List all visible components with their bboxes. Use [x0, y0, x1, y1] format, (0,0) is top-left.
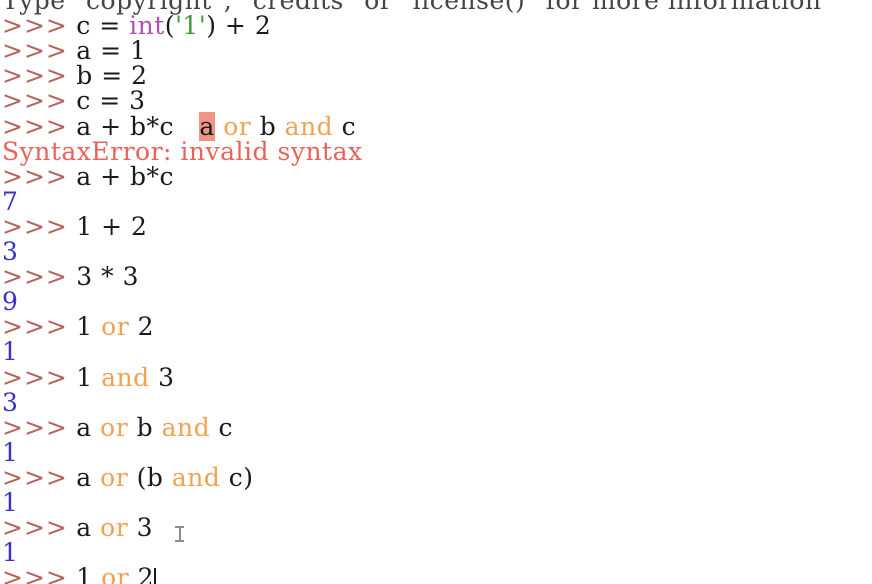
text-caret — [154, 568, 157, 584]
console-line-input: >>> 1 + 2 — [2, 212, 147, 242]
code-token: 2 — [129, 312, 155, 342]
code-token: 1 + 2 — [67, 211, 148, 241]
code-token: 1 — [67, 312, 102, 342]
console-line-input-active: >>> 1 or 2 — [2, 563, 157, 584]
keyword-token: or — [100, 513, 129, 543]
code-token: ) + 2 — [206, 11, 272, 41]
code-token: a — [67, 513, 101, 543]
code-token: 2 — [129, 563, 155, 584]
keyword-token: and — [101, 362, 150, 392]
console-line-input: >>> a + b*c — [2, 162, 174, 192]
keyword-token: and — [161, 412, 211, 442]
console-line-input: >>> a or 3 — [2, 513, 153, 543]
code-token: a — [67, 412, 101, 442]
code-token: c) — [220, 462, 254, 492]
keyword-token: and — [171, 462, 221, 492]
prompt-symbol: >>> — [2, 563, 68, 584]
console-line-input: >>> 1 or 2 — [2, 312, 154, 342]
code-token: a — [67, 462, 101, 492]
python-shell-console[interactable]: Type "copyright", "credits" or "license(… — [0, 0, 872, 584]
code-token: ( — [164, 11, 176, 41]
code-token: (b — [128, 462, 172, 492]
keyword-token: or — [101, 312, 130, 342]
code-token: 3 * 3 — [67, 262, 139, 292]
i-beam-mouse-cursor — [175, 526, 184, 542]
string-literal-token: '1' — [175, 11, 207, 41]
console-line-input: >>> 1 and 3 — [2, 363, 175, 393]
console-line-input: >>> 3 * 3 — [2, 262, 139, 292]
code-token: a + b*c — [67, 161, 175, 191]
code-token: 3 — [128, 513, 154, 543]
code-token: c — [210, 412, 234, 442]
code-token: b — [128, 412, 162, 442]
code-token: 1 — [67, 563, 102, 584]
keyword-token: or — [100, 412, 129, 442]
code-token: 3 — [149, 362, 175, 392]
keyword-token: or — [101, 563, 130, 584]
console-line-input: >>> a or b and c — [2, 413, 233, 443]
keyword-token: or — [100, 462, 129, 492]
i-beam-stem — [179, 527, 181, 541]
console-line-input: >>> a or (b and c) — [2, 463, 254, 493]
code-token: 1 — [67, 362, 102, 392]
